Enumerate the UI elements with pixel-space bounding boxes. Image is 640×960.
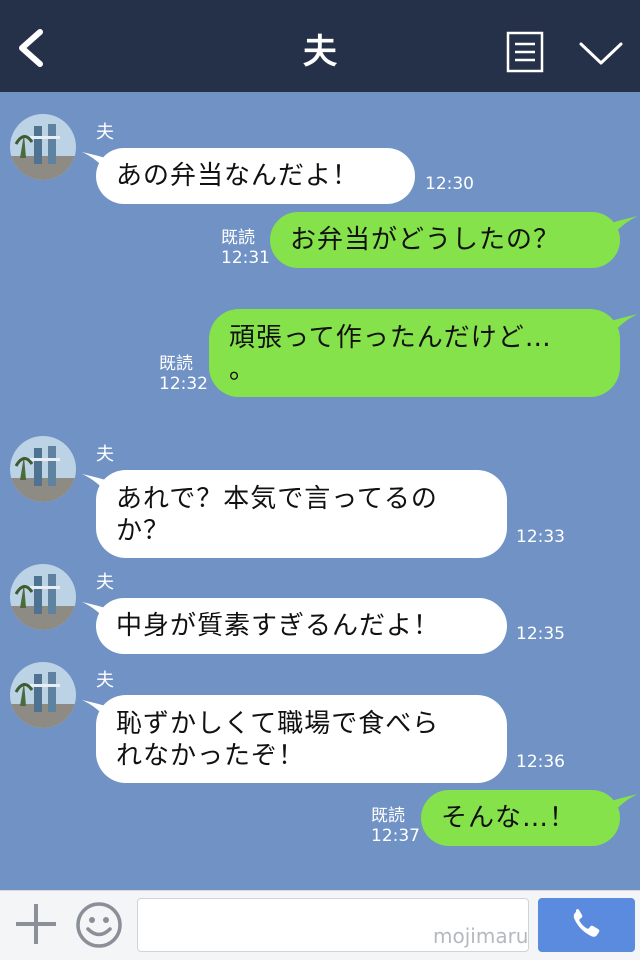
sender-name: 夫	[96, 670, 114, 691]
message-time: 12:32	[159, 374, 208, 394]
avatar[interactable]	[10, 436, 76, 502]
read-label: 既読	[221, 228, 255, 248]
plus-icon[interactable]	[14, 902, 58, 946]
incoming-message[interactable]: 恥ずかしくて職場で食べら れなかったぞ！	[96, 695, 507, 783]
smile-icon[interactable]	[74, 900, 124, 950]
message-text: 中身が質素すぎるんだよ！	[116, 611, 441, 641]
avatar[interactable]	[10, 114, 76, 180]
incoming-message[interactable]: あの弁当なんだよ！	[96, 148, 415, 204]
message-time: 12:30	[425, 174, 474, 194]
avatar[interactable]	[10, 662, 76, 728]
message-time: 12:36	[516, 752, 565, 772]
chat-header: 夫	[0, 0, 640, 92]
watermark: mojimaru	[433, 924, 529, 948]
message-text-line: 恥ずかしくて職場で食べら	[116, 709, 440, 739]
bubble-tail	[608, 314, 638, 336]
outgoing-message[interactable]: 頑張って作ったんだけど… 。	[209, 309, 620, 397]
bubble-tail	[608, 216, 638, 238]
bubble-tail	[608, 794, 638, 816]
sender-name: 夫	[96, 572, 114, 593]
outgoing-message[interactable]: そんな…！	[421, 790, 620, 846]
chat-title: 夫	[303, 32, 337, 72]
message-time: 12:37	[371, 826, 420, 846]
message-text-line: あれで？本気で言ってるの	[116, 484, 438, 514]
message-time: 12:33	[516, 527, 565, 547]
message-time: 12:35	[516, 624, 565, 644]
message-text: お弁当がどうしたの？	[290, 225, 561, 255]
message-text-line: れなかったぞ！	[116, 741, 306, 771]
message-text-line: 頑張って作ったんだけど…	[229, 323, 552, 353]
message-text-line: 。	[229, 355, 257, 385]
message-time: 12:31	[221, 248, 270, 268]
read-receipt: 既読 12:32	[159, 354, 208, 394]
sender-name: 夫	[96, 444, 114, 465]
menu-icon[interactable]	[506, 31, 544, 73]
incoming-message[interactable]: あれで？本気で言ってるの か？	[96, 470, 507, 558]
read-label: 既読	[371, 806, 405, 826]
incoming-message[interactable]: 中身が質素すぎるんだよ！	[96, 598, 507, 654]
message-text: あの弁当なんだよ！	[116, 161, 360, 191]
message-text-line: か？	[116, 516, 171, 546]
chat-area[interactable]: 夫 あの弁当なんだよ！ 12:30 既読 12:31 お弁当がどうしたの？ 既読…	[0, 92, 640, 890]
outgoing-message[interactable]: お弁当がどうしたの？	[270, 212, 620, 268]
sender-name: 夫	[96, 122, 114, 143]
read-label: 既読	[159, 354, 193, 374]
call-button[interactable]	[538, 898, 635, 952]
chevron-down-icon[interactable]	[578, 38, 624, 68]
avatar[interactable]	[10, 564, 76, 630]
phone-icon	[573, 909, 600, 937]
read-receipt: 既読 12:31	[221, 228, 270, 268]
message-text: そんな…！	[441, 803, 577, 833]
read-receipt: 既読 12:37	[371, 806, 420, 846]
